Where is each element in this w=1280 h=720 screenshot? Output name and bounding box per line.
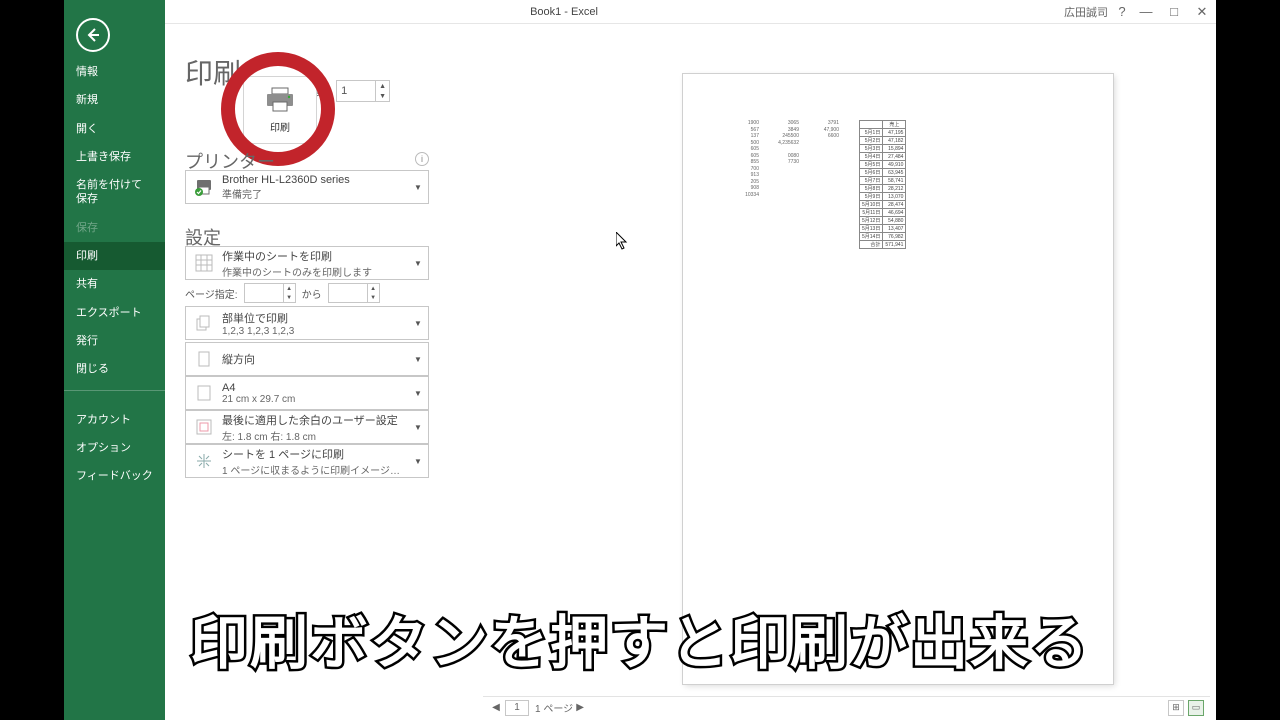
sidebar-item[interactable]: オプション xyxy=(64,434,165,462)
paper-icon xyxy=(194,383,214,403)
sidebar-item: 保存 xyxy=(64,214,165,242)
paper-size-selector[interactable]: A4 21 cm x 29.7 cm ▼ xyxy=(185,376,429,410)
user-name[interactable]: 広田誠司 xyxy=(1064,4,1108,20)
minimize-button[interactable]: — xyxy=(1132,0,1160,24)
help-button[interactable]: ? xyxy=(1112,0,1132,24)
chevron-down-icon: ▼ xyxy=(410,445,426,477)
collate-icon xyxy=(194,313,214,333)
paper-size-title: A4 xyxy=(222,382,295,394)
preview-page: 190030653791567384947,900137245500660050… xyxy=(683,74,1113,684)
margins-title: 最後に適用した余白のユーザー設定 xyxy=(222,412,398,428)
titlebar: Book1 - Excel 広田誠司 ? — □ ✕ xyxy=(64,0,1216,24)
orientation-title: 縦方向 xyxy=(222,351,255,367)
back-arrow-icon xyxy=(85,27,101,43)
printer-icon xyxy=(265,87,295,113)
margins-desc: 左: 1.8 cm 右: 1.8 cm xyxy=(222,428,398,443)
page-title: 印刷 xyxy=(185,52,241,92)
printer-selector[interactable]: Brother HL-L2360D series 準備完了 ▼ xyxy=(185,170,429,204)
margins-selector[interactable]: 最後に適用した余白のユーザー設定 左: 1.8 cm 右: 1.8 cm ▼ xyxy=(185,410,429,444)
fit-icon xyxy=(194,451,214,471)
print-what-selector[interactable]: 作業中のシートを印刷 作業中のシートのみを印刷します ▼ xyxy=(185,246,429,280)
page-range-label: ページ指定: xyxy=(185,286,238,301)
sidebar-item[interactable]: 共有 xyxy=(64,270,165,298)
close-button[interactable]: ✕ xyxy=(1188,0,1216,24)
sidebar-item[interactable]: 情報 xyxy=(64,58,165,86)
sidebar-item[interactable]: アカウント xyxy=(64,406,165,434)
print-button-label: 印刷 xyxy=(270,119,290,134)
backstage-sidebar: 情報新規開く上書き保存名前を付けて 保存保存印刷共有エクスポート発行閉じる アカ… xyxy=(64,0,165,720)
chevron-down-icon: ▼ xyxy=(410,343,426,375)
preview-table: 売上5月1日47,1955月2日47,1825月3日15,8945月4日27,4… xyxy=(859,120,906,249)
pager-prev[interactable]: ◀ xyxy=(489,702,503,713)
printer-name: Brother HL-L2360D series xyxy=(222,174,350,186)
sidebar-item[interactable]: 名前を付けて 保存 xyxy=(64,171,165,214)
zoom-to-page-toggle[interactable]: ▭ xyxy=(1188,700,1204,716)
spin-down-icon[interactable]: ▼ xyxy=(375,91,389,101)
sheets-icon xyxy=(194,253,214,273)
preview-left-data: 190030653791567384947,900137245500660050… xyxy=(729,120,849,198)
print-backstage: 印刷 部数: 1 ▲▼ 印刷 プリンター i xyxy=(165,24,1216,720)
print-what-desc: 作業中のシートのみを印刷します xyxy=(222,264,372,279)
spin-up-icon[interactable]: ▲ xyxy=(375,81,389,91)
chevron-down-icon: ▼ xyxy=(410,307,426,339)
sidebar-item[interactable]: 印刷 xyxy=(64,242,165,270)
pager-current[interactable]: 1 xyxy=(505,700,529,716)
page-from-spinner[interactable]: ▲▼ xyxy=(244,283,296,303)
back-button[interactable] xyxy=(76,18,110,52)
sidebar-item[interactable]: 上書き保存 xyxy=(64,143,165,171)
collate-desc: 1,2,3 1,2,3 1,2,3 xyxy=(222,326,294,337)
print-what-title: 作業中のシートを印刷 xyxy=(222,248,372,264)
scaling-title: シートを 1 ページに印刷 xyxy=(222,446,400,462)
page-range-row: ページ指定: ▲▼ から ▲▼ xyxy=(185,282,429,304)
chevron-down-icon: ▼ xyxy=(410,411,426,443)
preview-pager: ◀ 1 1 ページ ▶ ⊞ ▭ xyxy=(483,696,1210,718)
page-to-spinner[interactable]: ▲▼ xyxy=(328,283,380,303)
print-button[interactable]: 印刷 xyxy=(243,76,317,144)
paper-size-desc: 21 cm x 29.7 cm xyxy=(222,394,295,405)
pager-total: 1 ページ xyxy=(535,700,573,715)
sidebar-item[interactable]: フィードバック xyxy=(64,462,165,490)
sidebar-item[interactable]: 閉じる xyxy=(64,355,165,383)
maximize-button[interactable]: □ xyxy=(1160,0,1188,24)
scaling-selector[interactable]: シートを 1 ページに印刷 1 ページに収まるように印刷イメージ… ▼ xyxy=(185,444,429,478)
collate-selector[interactable]: 部単位で印刷 1,2,3 1,2,3 1,2,3 ▼ xyxy=(185,306,429,340)
window-title: Book1 - Excel xyxy=(64,6,1064,18)
show-margins-toggle[interactable]: ⊞ xyxy=(1168,700,1184,716)
sidebar-item[interactable]: 新規 xyxy=(64,86,165,114)
sidebar-item[interactable]: エクスポート xyxy=(64,299,165,327)
portrait-icon xyxy=(194,349,214,369)
chevron-down-icon: ▼ xyxy=(410,377,426,409)
scaling-desc: 1 ページに収まるように印刷イメージ… xyxy=(222,462,400,477)
chevron-down-icon: ▼ xyxy=(410,171,426,203)
orientation-selector[interactable]: 縦方向 ▼ xyxy=(185,342,429,376)
collate-title: 部単位で印刷 xyxy=(222,310,294,326)
chevron-down-icon: ▼ xyxy=(410,247,426,279)
copies-value: 1 xyxy=(341,85,347,97)
copies-row: 部数: 1 ▲▼ xyxy=(305,80,390,102)
sidebar-item[interactable]: 発行 xyxy=(64,327,165,355)
page-range-to: から xyxy=(302,286,322,301)
margins-icon xyxy=(194,417,214,437)
print-preview: 190030653791567384947,900137245500660050… xyxy=(483,44,1210,694)
sidebar-item[interactable]: 開く xyxy=(64,115,165,143)
printer-status: 準備完了 xyxy=(222,186,350,201)
pager-next[interactable]: ▶ xyxy=(573,702,587,713)
copies-spinner[interactable]: 1 ▲▼ xyxy=(336,80,390,102)
info-icon[interactable]: i xyxy=(415,152,429,166)
printer-status-icon xyxy=(194,177,214,197)
